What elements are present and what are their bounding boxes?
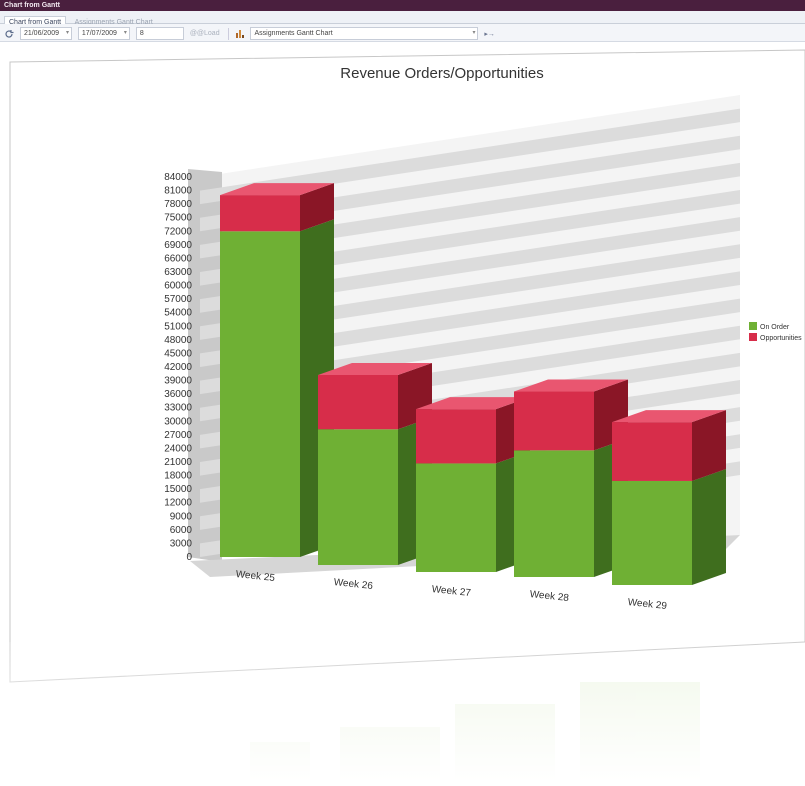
y-tick-label: 60000 xyxy=(164,281,192,292)
y-tick-label: 33000 xyxy=(164,403,192,414)
y-tick-label: 42000 xyxy=(164,362,192,373)
bar-on-order xyxy=(514,450,594,577)
bar-opportunities xyxy=(318,375,398,430)
bar-on-order xyxy=(612,480,692,585)
y-tick-label: 3000 xyxy=(170,538,193,549)
count-value: 8 xyxy=(139,30,144,37)
y-tick-label: 66000 xyxy=(164,253,192,264)
y-tick-label: 27000 xyxy=(164,430,192,441)
bar-opportunities xyxy=(416,409,496,464)
bar-on-order xyxy=(318,429,398,565)
chart-title: Revenue Orders/Opportunities xyxy=(340,65,543,82)
chart-frame: Revenue Orders/Opportunities 0 3000 6000 90… xyxy=(0,42,805,781)
y-tick-label: 63000 xyxy=(164,267,192,278)
y-tick-label: 18000 xyxy=(164,471,192,482)
chevron-down-icon: ▾ xyxy=(472,30,476,36)
tab-strip: Chart from Gantt Assignments Gantt Chart xyxy=(0,11,805,28)
chevron-down-icon: ▾ xyxy=(123,30,127,36)
bar-on-order xyxy=(220,231,300,558)
y-tick-label: 30000 xyxy=(164,416,192,427)
legend-label: Opportunities xyxy=(760,335,802,342)
bar-on-order xyxy=(416,463,496,572)
y-tick-label: 36000 xyxy=(164,389,192,400)
bar-opportunities xyxy=(514,391,594,451)
end-date-field[interactable]: 17/07/2009 ▾ xyxy=(77,27,130,40)
revenue-chart: Revenue Orders/Opportunities 0 3000 6000 90… xyxy=(0,49,805,781)
bar-on-order-side xyxy=(692,468,726,585)
y-tick-label: 15000 xyxy=(164,484,192,495)
y-tick-label: 69000 xyxy=(164,240,192,251)
y-tick-label: 78000 xyxy=(164,199,192,210)
y-tick-label: 45000 xyxy=(164,348,192,359)
legend-swatch xyxy=(749,322,757,330)
chart-select[interactable]: Assignments Gantt Chart ▾ xyxy=(250,27,479,40)
window-titlebar: Chart from Gantt xyxy=(0,0,805,11)
legend-swatch xyxy=(749,333,757,341)
y-tick-label: 39000 xyxy=(164,376,192,387)
end-date-value: 17/07/2009 xyxy=(81,30,117,37)
count-field[interactable]: 8 xyxy=(135,27,184,40)
y-tick-label: 75000 xyxy=(164,213,192,224)
start-date-value: 21/06/2009 xyxy=(23,30,59,37)
y-tick-label: 24000 xyxy=(164,443,192,454)
y-tick-label: 84000 xyxy=(164,172,192,183)
y-tick-label: 21000 xyxy=(164,457,192,468)
y-tick-label: 72000 xyxy=(164,226,192,237)
reflection-fade xyxy=(0,642,805,781)
run-button[interactable]: ▸→ xyxy=(484,30,495,38)
y-tick-label: 57000 xyxy=(164,294,192,305)
chevron-down-icon: ▾ xyxy=(65,30,69,36)
toolbar: 21/06/2009 ▾ 17/07/2009 ▾ 8 @@Load Assig… xyxy=(0,24,805,42)
y-tick-label: 48000 xyxy=(164,335,192,346)
legend-label: On Order xyxy=(760,324,790,331)
load-button[interactable]: @@Load xyxy=(190,30,220,37)
bar-chart-icon xyxy=(235,29,245,39)
y-tick-label: 54000 xyxy=(164,308,192,319)
y-tick-label: 6000 xyxy=(170,525,193,536)
y-axis: 0 3000 6000 9000 12000 15000 18000 21000 24000 27… xyxy=(164,172,192,563)
y-tick-label: 0 xyxy=(186,552,192,563)
refresh-icon[interactable] xyxy=(4,29,14,39)
chart-select-value: Assignments Gantt Chart xyxy=(254,30,333,37)
y-tick-label: 81000 xyxy=(164,186,192,197)
window-title: Chart from Gantt xyxy=(4,2,60,9)
start-date-field[interactable]: 21/06/2009 ▾ xyxy=(19,27,72,40)
bar-opportunities xyxy=(220,195,300,232)
toolbar-divider xyxy=(227,27,229,40)
y-tick-label: 9000 xyxy=(170,511,193,522)
y-tick-label: 12000 xyxy=(164,498,192,509)
bar-opportunities xyxy=(612,422,692,481)
bar-opportunities-side xyxy=(692,410,726,481)
y-tick-label: 51000 xyxy=(164,321,192,332)
